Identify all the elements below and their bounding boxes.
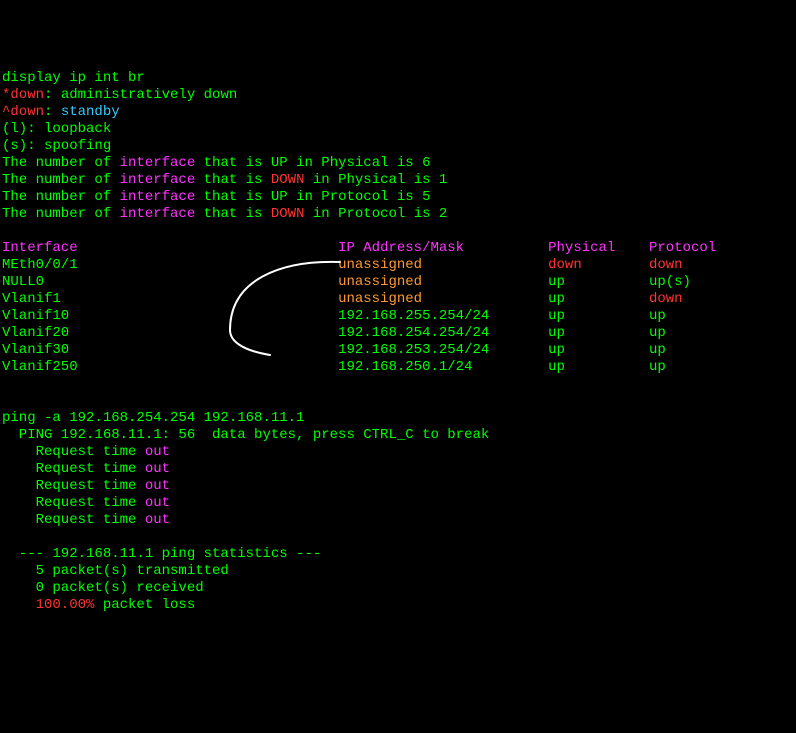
terminal-output: display ip int br *down: administrativel…	[2, 70, 794, 614]
